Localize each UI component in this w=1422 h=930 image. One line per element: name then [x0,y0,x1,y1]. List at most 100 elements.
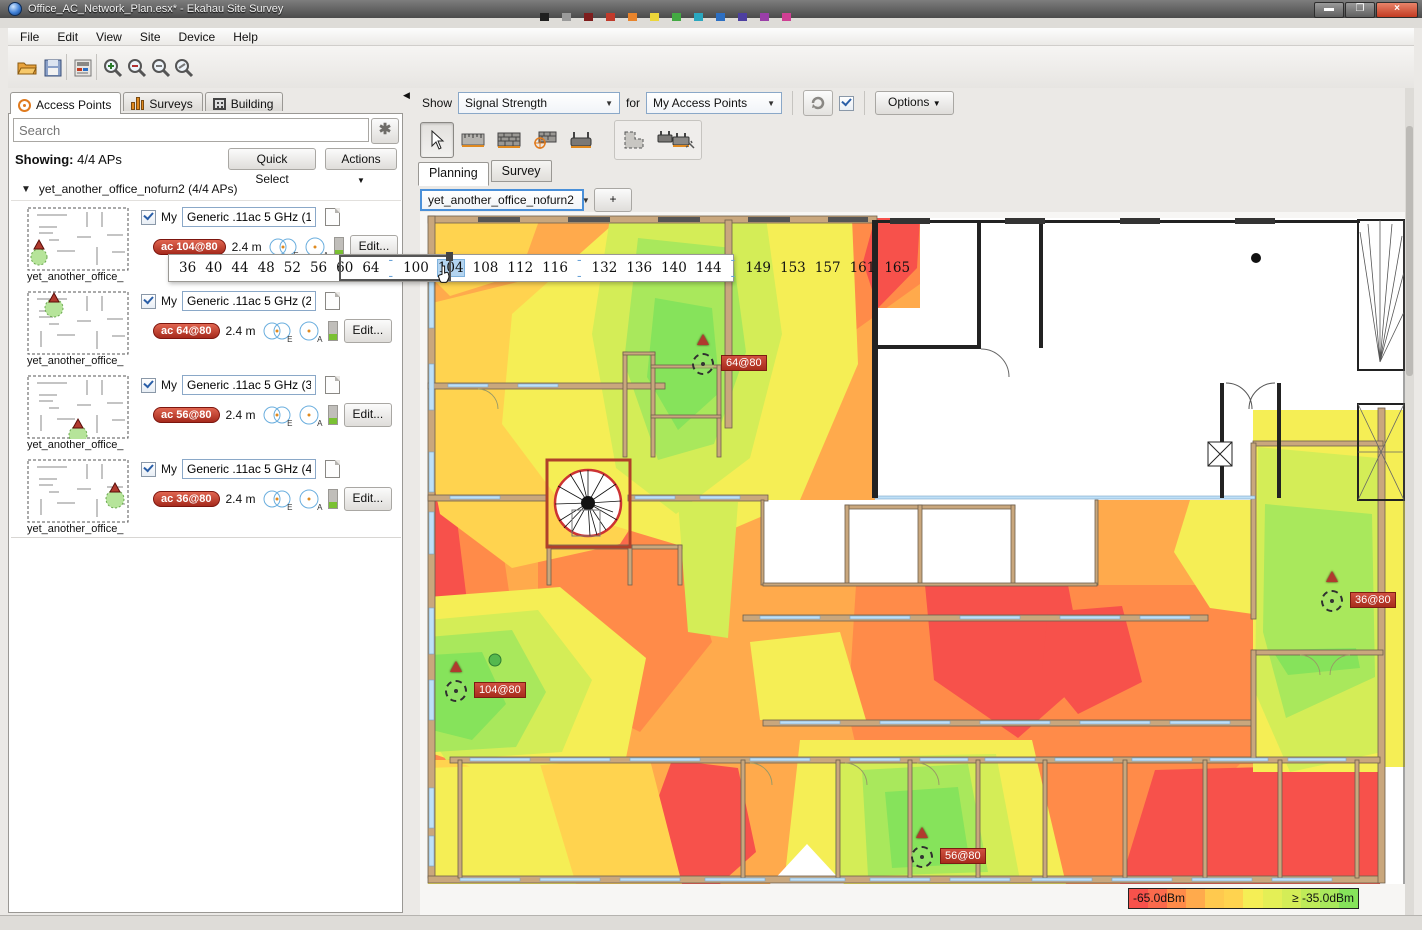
thumbnail-caption: yet_another_office_ [27,439,131,451]
ap-thumbnail[interactable] [27,459,129,523]
ap-name-field[interactable] [182,291,316,311]
my-ap-checkbox[interactable] [141,378,156,393]
minimize-button[interactable]: ▬ [1314,2,1344,18]
ap-name-field[interactable] [182,375,316,395]
color-swatch [716,13,725,21]
channel-option[interactable]: 52 [284,260,301,276]
channel-option[interactable]: 157 [815,260,841,276]
ap-row-2[interactable]: yet_another_office_ My ac 64@80 2.4 m E [11,285,401,370]
close-button[interactable]: × [1376,2,1418,18]
clear-search-icon[interactable]: ✱ [371,118,399,144]
channel-option[interactable]: 149 [745,260,771,276]
tree-expander-icon[interactable]: ▼ [21,184,31,195]
save-icon[interactable] [40,55,66,81]
channel-option[interactable]: 112 [507,260,533,276]
menu-device[interactable]: Device [171,29,224,45]
copy-ap-icon[interactable] [325,208,340,226]
azimuth-antenna-icon: A [298,404,322,426]
channel-option[interactable]: 108 [473,260,499,276]
select-tool[interactable] [420,122,454,158]
scrollbar-thumb[interactable] [1406,126,1413,376]
ap-name-field[interactable] [182,459,316,479]
copy-ap-icon[interactable] [325,376,340,394]
ap-ring-icon[interactable] [911,846,933,868]
ap-ring-icon[interactable] [1321,590,1343,612]
my-ap-checkbox[interactable] [141,294,156,309]
showing-label: Showing: [15,152,74,167]
channel-option[interactable]: 56 [310,260,327,276]
ap-ring-icon[interactable] [445,680,467,702]
zoom-100-icon[interactable] [171,55,197,81]
add-floor-button[interactable]: + [594,188,632,212]
open-icon[interactable] [14,55,40,81]
ap-thumbnail[interactable] [27,207,129,271]
zoom-out-icon[interactable] [124,55,150,81]
copy-ap-icon[interactable] [325,460,340,478]
ap-ring-icon[interactable] [692,353,714,375]
search-input[interactable] [13,118,369,142]
channel-option[interactable]: 161 [850,260,876,276]
floor-plan-map[interactable]: 64@80 104@80 36@80 56@80 -65.0dBm [420,212,1405,915]
tab-building[interactable]: Building [205,92,284,111]
auto-planner-tool[interactable] [652,122,698,158]
refresh-button[interactable] [803,90,833,116]
edit-ap-button[interactable]: Edit... [344,487,393,511]
menu-site[interactable]: Site [132,29,169,45]
ap-thumbnail[interactable] [27,291,129,355]
visualization-select[interactable]: Signal Strength▼ [458,92,620,114]
channel-option[interactable]: 140 [661,260,687,276]
tab-planning[interactable]: Planning [418,162,489,186]
tab-survey[interactable]: Survey [491,160,552,182]
tab-access-points[interactable]: Access Points [10,92,121,114]
copy-ap-icon[interactable] [325,292,340,310]
channel-option[interactable]: 132 [592,260,618,276]
channel-popup[interactable]: 3640444852566064--100104108112116--13213… [168,254,734,282]
my-ap-checkbox[interactable] [141,462,156,477]
menu-edit[interactable]: Edit [49,29,86,45]
legend-min-label: -65.0dBm [1133,891,1185,905]
channel-option[interactable]: 136 [626,260,652,276]
channel-list[interactable]: 3640444852566064--100104108112116--13213… [179,252,910,284]
floor-select[interactable]: yet_another_office_nofurn2▼ [420,189,584,211]
ap-row-3[interactable]: yet_another_office_ My ac 56@80 2.4 m E [11,369,401,454]
actions-button[interactable]: Actions ▼ [325,148,397,170]
edit-ap-button[interactable]: Edit... [344,319,393,343]
edit-ap-button[interactable]: Edit... [344,403,393,427]
wall-tool[interactable] [492,122,526,158]
tab-surveys[interactable]: Surveys [123,92,202,111]
ap-name-field[interactable] [182,207,316,227]
tab-access-points-label: Access Points [36,98,111,112]
menu-help[interactable]: Help [225,29,266,45]
auto-refresh-checkbox[interactable] [839,96,854,111]
maximize-button[interactable]: ❐ [1345,2,1375,18]
ap-thumbnail[interactable] [27,375,129,439]
channel-option[interactable]: 116 [542,260,568,276]
quick-select-button[interactable]: Quick Select [228,148,316,170]
panel-splitter[interactable]: ◀ [403,88,412,915]
menu-view[interactable]: View [88,29,130,45]
wall-point-tool[interactable] [528,122,562,158]
ruler-tool[interactable] [456,122,490,158]
my-ap-checkbox[interactable] [141,210,156,225]
zoom-in-icon[interactable] [100,55,126,81]
report-icon[interactable] [70,55,96,81]
channel-option[interactable]: 36 [179,260,196,276]
channel-drag-selection[interactable] [339,255,451,281]
ap-row-4[interactable]: yet_another_office_ My ac 36@80 2.4 m E [11,453,401,538]
channel-option[interactable]: 48 [258,260,275,276]
signal-legend: -65.0dBm ≥ -35.0dBm [1128,888,1359,909]
collapse-panel-icon[interactable]: ◀ [403,90,410,101]
ap-direction-icon [697,334,709,345]
ap-filter-select[interactable]: My Access Points▼ [646,92,782,114]
channel-option[interactable]: 144 [696,260,722,276]
floor-tree-header[interactable]: ▼ yet_another_office_nofurn2 (4/4 APs) [11,178,401,201]
channel-option[interactable]: 165 [884,260,910,276]
channel-option[interactable]: 40 [205,260,222,276]
options-button[interactable]: Options ▼ [875,91,954,115]
map-vertical-scrollbar[interactable] [1405,88,1414,915]
channel-option[interactable]: 153 [780,260,806,276]
channel-option[interactable]: 44 [231,260,248,276]
area-select-tool[interactable] [618,122,652,158]
add-ap-tool[interactable] [564,122,598,158]
menu-file[interactable]: File [12,29,47,45]
